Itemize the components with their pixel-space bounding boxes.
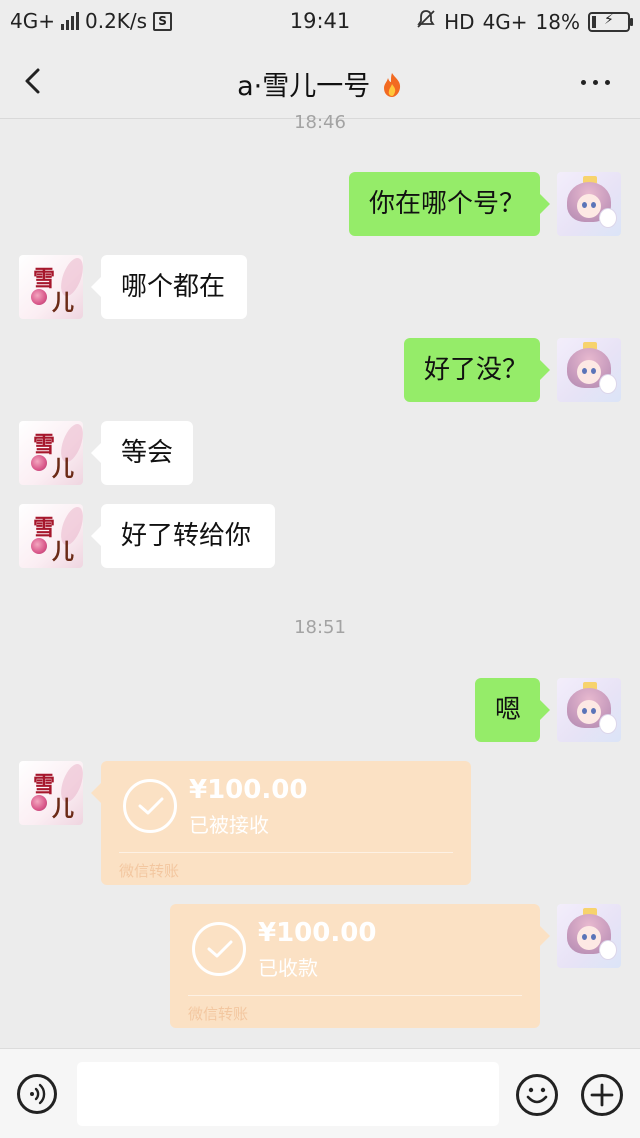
emoji-icon[interactable]	[516, 1074, 558, 1116]
message-bubble-other[interactable]: 等会	[91, 421, 193, 485]
message-text: 等会	[121, 438, 174, 468]
chat-header: a·雪儿一号	[0, 44, 640, 119]
message-input[interactable]	[77, 1062, 499, 1126]
mute-bell-icon	[416, 9, 436, 34]
network-right-label: 4G+	[482, 9, 528, 34]
hd-label: HD	[444, 9, 475, 34]
avatar-self[interactable]	[557, 904, 621, 968]
more-dots-icon[interactable]	[581, 80, 610, 85]
chat-title: a·雪儿一号	[0, 64, 640, 103]
chat-screen: 4G+ 0.2K/s S 19:41 HD 4G+ 18% ⚡ a·雪儿一号 1…	[0, 0, 640, 1138]
message-bubble-self[interactable]: 嗯	[475, 678, 550, 742]
message-text: 好了转给你	[121, 521, 252, 551]
input-bar	[0, 1048, 640, 1138]
avatar-text: 儿	[52, 796, 75, 822]
check-circle-icon	[123, 779, 177, 833]
transfer-footer: 微信转账	[188, 1005, 249, 1023]
transfer-status: 已收款	[258, 956, 318, 980]
divider	[188, 995, 522, 996]
message-text: 嗯	[495, 695, 522, 725]
avatar-other[interactable]: 雪 儿	[19, 421, 83, 485]
message-bubble-other[interactable]: 哪个都在	[91, 255, 247, 319]
avatar-text: 儿	[52, 290, 75, 316]
divider	[119, 852, 453, 853]
status-bar: 4G+ 0.2K/s S 19:41 HD 4G+ 18% ⚡	[0, 0, 640, 44]
timestamp: 18:46	[294, 112, 346, 133]
message-bubble-self[interactable]: 好了没？	[404, 338, 550, 402]
battery-percent: 18%	[535, 9, 580, 34]
message-text: 哪个都在	[121, 272, 226, 302]
transfer-amount: ¥100.00	[189, 775, 308, 805]
plus-icon[interactable]	[581, 1074, 623, 1116]
timestamp: 18:51	[294, 617, 346, 638]
message-bubble-other[interactable]: 好了转给你	[91, 504, 275, 568]
avatar-self[interactable]	[557, 678, 621, 742]
avatar-other[interactable]: 雪 儿	[19, 504, 83, 568]
status-right: HD 4G+ 18% ⚡	[416, 9, 633, 34]
check-circle-icon	[192, 922, 246, 976]
avatar-self[interactable]	[557, 338, 621, 402]
message-text: 好了没？	[424, 355, 529, 385]
transfer-card-received[interactable]: ¥100.00 已被接收 微信转账	[91, 761, 471, 885]
chat-title-text: a·雪儿一号	[237, 71, 371, 102]
avatar-text: 儿	[52, 539, 75, 565]
message-bubble-self[interactable]: 你在哪个号？	[349, 172, 550, 236]
transfer-card-sent[interactable]: ¥100.00 已收款 微信转账	[170, 904, 550, 1028]
avatar-other[interactable]: 雪 儿	[19, 761, 83, 825]
transfer-footer: 微信转账	[119, 862, 180, 880]
avatar-other[interactable]: 雪 儿	[19, 255, 83, 319]
avatar-text: 儿	[52, 456, 75, 482]
battery-icon: ⚡	[588, 11, 633, 32]
fire-icon	[383, 73, 400, 97]
avatar-self[interactable]	[557, 172, 621, 236]
transfer-amount: ¥100.00	[258, 918, 377, 948]
transfer-status: 已被接收	[189, 813, 269, 837]
message-text: 你在哪个号？	[369, 189, 526, 219]
voice-icon[interactable]	[17, 1074, 57, 1114]
